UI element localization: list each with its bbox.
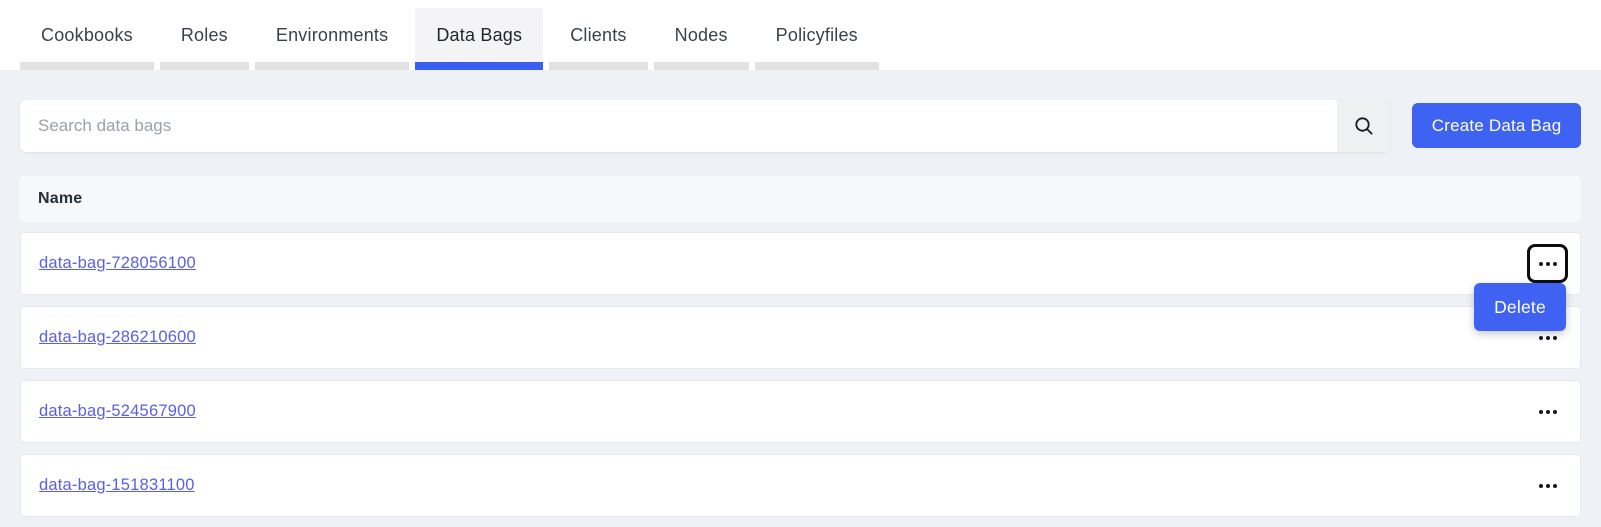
table-row: data-bag-151831100 [20,454,1581,517]
search-button[interactable] [1337,100,1390,152]
toolbar: Create Data Bag [20,100,1581,152]
resource-tabs: Cookbooks Roles Environments Data Bags C… [0,0,1601,70]
tab-data-bags[interactable]: Data Bags [415,8,543,70]
ellipsis-icon [1539,484,1557,488]
tab-nodes[interactable]: Nodes [654,8,749,70]
ellipsis-icon [1539,262,1557,266]
data-bag-link[interactable]: data-bag-524567900 [39,402,196,421]
row-menu-button[interactable] [1527,244,1568,283]
tab-roles[interactable]: Roles [160,8,249,70]
tab-cookbooks[interactable]: Cookbooks [20,8,154,70]
search-bar [20,100,1390,152]
ellipsis-icon [1539,410,1557,414]
data-bag-link[interactable]: data-bag-151831100 [39,476,195,495]
tab-environments[interactable]: Environments [255,8,409,70]
tab-clients[interactable]: Clients [549,8,647,70]
data-bag-link[interactable]: data-bag-286210600 [39,328,196,347]
search-icon [1353,115,1375,137]
delete-menu-item[interactable]: Delete [1474,283,1566,331]
row-menu-dropdown: Delete [1474,283,1566,331]
tab-policyfiles[interactable]: Policyfiles [755,8,879,70]
table-row: data-bag-524567900 [20,380,1581,443]
data-bag-list: data-bag-728056100 Delete data-bag-28621… [20,232,1581,517]
data-bag-link[interactable]: data-bag-728056100 [39,254,196,273]
create-data-bag-button[interactable]: Create Data Bag [1412,103,1581,148]
row-menu-button[interactable] [1527,466,1568,505]
ellipsis-icon [1539,336,1557,340]
data-bags-page: Cookbooks Roles Environments Data Bags C… [0,0,1601,527]
search-input[interactable] [20,100,1337,152]
table-row: data-bag-286210600 [20,306,1581,369]
table-header: Name [19,176,1581,222]
name-column-header: Name [38,190,82,208]
row-menu-button[interactable] [1527,392,1568,431]
table-row: data-bag-728056100 Delete [20,232,1581,295]
